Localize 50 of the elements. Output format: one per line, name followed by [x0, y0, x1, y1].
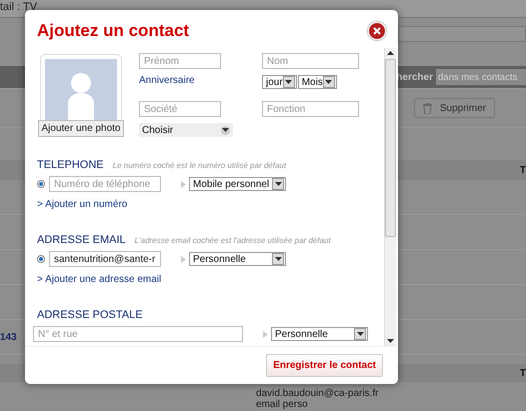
last-name-field[interactable]: Nom — [262, 53, 359, 69]
row-number: 143 — [0, 332, 17, 342]
birthday-label: Anniversaire — [139, 75, 196, 88]
section-hint: L'adresse email cochée est l'adresse utilisée par défaut — [134, 236, 331, 245]
column-header: T — [520, 368, 526, 378]
scroll-thumb[interactable] — [385, 59, 396, 237]
first-name-field[interactable]: Prénom — [139, 53, 221, 69]
caret-icon — [285, 80, 292, 84]
trash-icon — [422, 102, 432, 114]
email-type: email perso — [256, 399, 309, 410]
close-button[interactable] — [368, 22, 386, 40]
type-select[interactable]: Mobile personnel — [189, 177, 286, 191]
caret-icon — [274, 257, 282, 261]
close-icon — [373, 27, 381, 35]
contact-email: david.baudouin@ca-paris.fr — [256, 388, 380, 399]
type-select[interactable]: Personnelle — [271, 327, 368, 341]
type-select[interactable]: Personnelle — [189, 252, 286, 266]
scroll-up-icon[interactable] — [387, 51, 394, 55]
add-photo-button[interactable]: Ajouter une photo — [38, 120, 124, 137]
default-radio[interactable] — [37, 180, 45, 188]
default-radio[interactable] — [37, 255, 45, 263]
caret-icon — [325, 80, 332, 84]
caret-icon — [274, 182, 282, 186]
section-title: TELEPHONE — [37, 159, 104, 171]
pointer-icon — [263, 330, 268, 338]
add-link[interactable]: > Ajouter une adresse email — [37, 274, 162, 285]
dialog-title: Ajoutez un contact — [37, 21, 190, 41]
day-select[interactable]: jour — [262, 75, 297, 89]
scrollbar[interactable] — [384, 48, 396, 346]
section-title: ADRESSE EMAIL — [37, 234, 126, 246]
email-field[interactable]: santenutrition@sante-r — [49, 251, 161, 267]
company-field[interactable]: Société — [139, 101, 221, 117]
caret-icon — [222, 128, 229, 132]
breadcrumb-text: tail : TV — [0, 1, 38, 13]
save-contact-button[interactable]: Enregistrer le contact — [266, 354, 383, 377]
caret-icon — [356, 332, 364, 336]
category-select[interactable]: Choisir — [139, 123, 233, 137]
add-link[interactable]: > Ajouter un numéro — [37, 199, 128, 210]
delete-button[interactable]: Supprimer — [414, 98, 495, 118]
month-select[interactable]: Mois — [298, 75, 337, 89]
street-field[interactable]: N° et rue — [33, 326, 243, 342]
phone-field[interactable]: Numéro de téléphone — [49, 176, 161, 192]
section-title: ADRESSE POSTALE — [37, 309, 143, 321]
scroll-down-icon[interactable] — [387, 339, 394, 343]
search-field[interactable]: dans mes contacts — [436, 69, 526, 85]
pointer-icon — [181, 180, 186, 188]
job-title-field[interactable]: Fonction — [262, 101, 359, 117]
section-hint: Le numéro coché est le numéro utilisé par défaut — [112, 161, 286, 170]
column-header: T — [520, 164, 526, 176]
pointer-icon — [181, 256, 186, 262]
